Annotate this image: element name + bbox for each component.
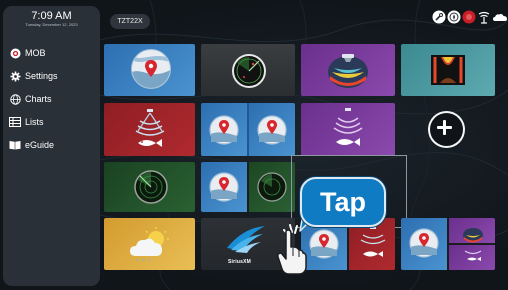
chart-pin-icon: [131, 49, 171, 89]
sidebar-item-label: Settings: [25, 71, 58, 81]
sidebar-item-settings[interactable]: Settings: [6, 67, 96, 85]
fish-finder-app-tile[interactable]: [104, 103, 195, 156]
sidebar-item-label: MOB: [25, 48, 46, 58]
sidebar-item-eguide[interactable]: eGuide: [6, 136, 96, 154]
compass-icon[interactable]: [447, 10, 461, 29]
globe-icon: [8, 93, 22, 105]
list-icon: [8, 116, 22, 128]
radar-icon: [231, 53, 267, 94]
chart-multisonar-icon: [409, 225, 493, 270]
sonar-icon: [431, 55, 465, 90]
sidebar-item-mob[interactable]: MOB: [6, 44, 96, 62]
clock-time: 7:09 AM: [31, 10, 72, 22]
3d-sonar-icon: [326, 50, 370, 95]
hand-pointer-icon: [277, 229, 307, 275]
add-page-button[interactable]: [428, 111, 465, 148]
dual-chart-app-tile[interactable]: [201, 103, 295, 156]
siriusxm-label: SiriusXM: [228, 259, 251, 265]
weather-tile-icon: [128, 226, 172, 267]
tap-callout: Tap: [300, 177, 386, 227]
device-name-button[interactable]: TZT22X: [110, 14, 150, 29]
chart-radar-icon: [209, 171, 289, 208]
mob-icon: [8, 47, 22, 59]
siriusxm-icon: [223, 224, 269, 261]
sidebar-item-label: Charts: [25, 94, 52, 104]
weather-icon[interactable]: [492, 10, 508, 29]
radar-app-tile[interactable]: [201, 44, 295, 96]
dual-chart-icon: [209, 114, 289, 151]
alarm-icon[interactable]: [462, 10, 476, 29]
sonar-app-tile[interactable]: [401, 44, 495, 96]
3d-sonar-app-tile[interactable]: [301, 44, 395, 96]
sidebar-item-charts[interactable]: Charts: [6, 90, 96, 108]
chart-radar-app-tile[interactable]: [201, 162, 295, 212]
status-icons: [432, 10, 508, 29]
sidebar: 7:09 AM Tuesday, December 12, 2023 MOB S…: [3, 6, 100, 286]
omni-sonar-app-tile[interactable]: [301, 103, 395, 156]
sidebar-item-lists[interactable]: Lists: [6, 113, 96, 131]
weather-app-tile[interactable]: [104, 218, 195, 270]
sidebar-item-label: eGuide: [25, 140, 55, 150]
clock: 7:09 AM Tuesday, December 12, 2023: [3, 10, 100, 27]
antenna-icon[interactable]: [477, 10, 491, 29]
chart-app-tile[interactable]: [104, 44, 195, 96]
tap-callout-label: Tap: [320, 186, 366, 217]
home-screen: 7:09 AM Tuesday, December 12, 2023 MOB S…: [0, 0, 508, 290]
night-radar-icon: [133, 169, 169, 210]
chart-multisonar-app-tile[interactable]: [401, 218, 495, 270]
night-radar-app-tile[interactable]: [104, 162, 195, 212]
sidebar-item-label: Lists: [25, 117, 44, 127]
fish-finder-icon: [132, 109, 168, 156]
gear-icon: [8, 70, 22, 82]
book-icon: [8, 139, 22, 151]
omni-sonar-icon: [330, 108, 366, 155]
wrench-icon[interactable]: [432, 10, 446, 29]
clock-date: Tuesday, December 12, 2023: [25, 22, 78, 27]
